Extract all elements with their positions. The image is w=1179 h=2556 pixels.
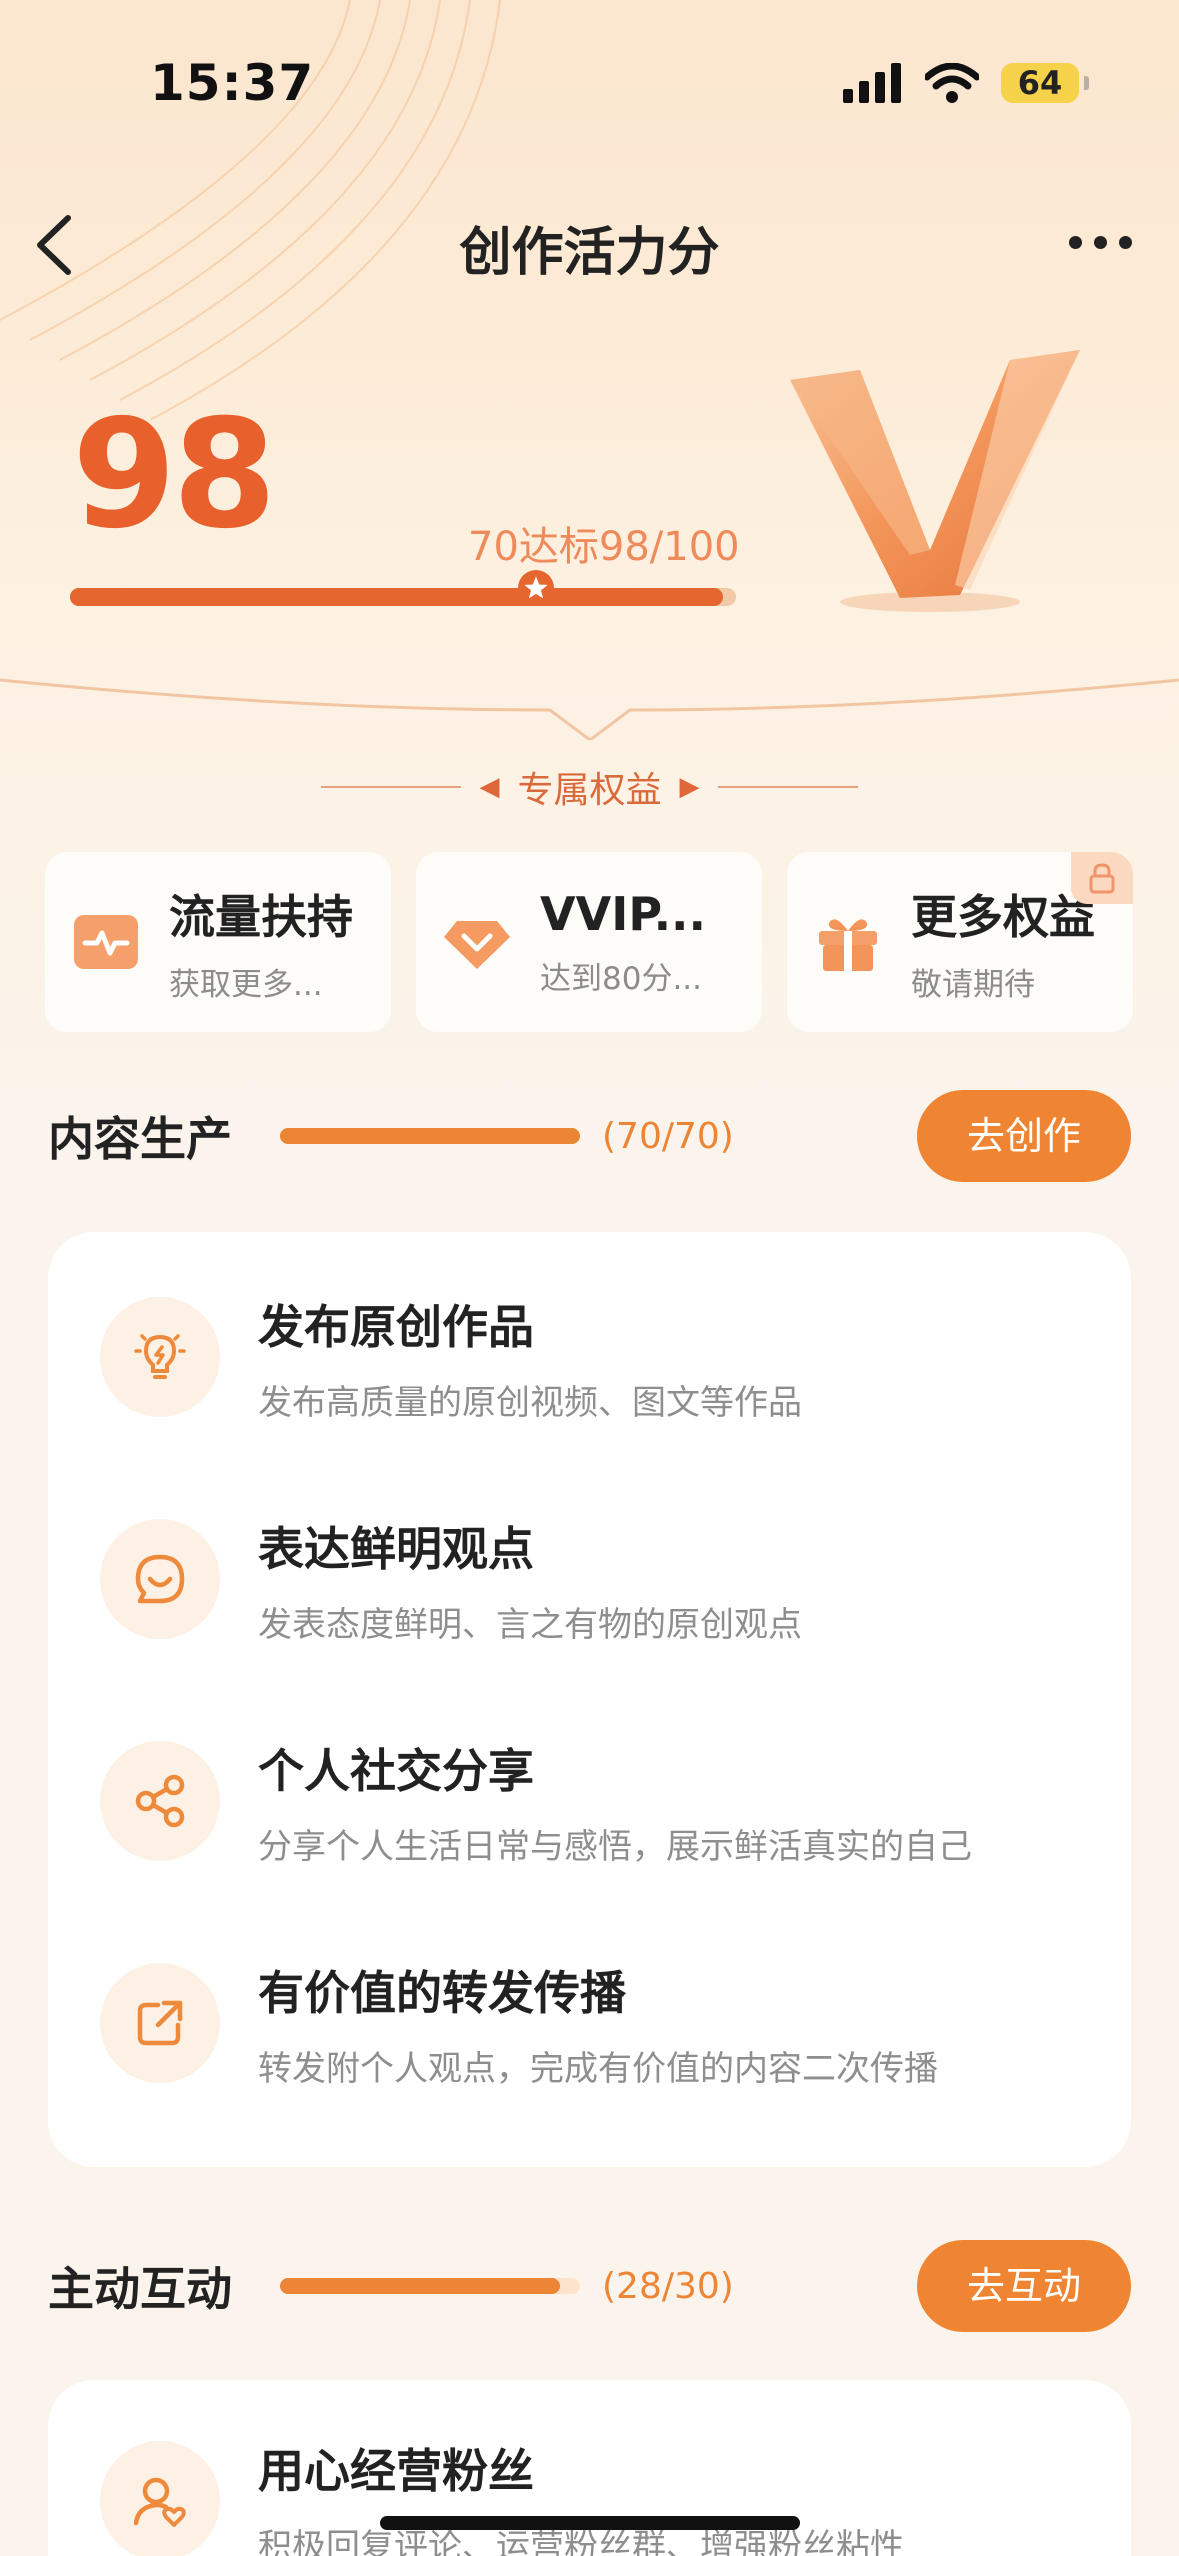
benefit-card-title: VVIP... bbox=[540, 886, 707, 941]
benefit-card-traffic[interactable]: 流量扶持 获取更多... bbox=[45, 852, 391, 1032]
status-time: 15:37 bbox=[150, 54, 315, 112]
chat-bubble-icon bbox=[100, 1519, 220, 1639]
benefit-card-more[interactable]: 更多权益 敬请期待 bbox=[787, 852, 1133, 1032]
interaction-count: (28/30) bbox=[602, 2265, 734, 2307]
item-title: 有价值的转发传播 bbox=[258, 1965, 626, 2020]
left-triangle-icon: ◀ bbox=[479, 772, 500, 802]
content-progress-bar bbox=[280, 1128, 580, 1144]
interaction-progress-bar bbox=[280, 2278, 580, 2294]
threshold-star-icon bbox=[518, 570, 555, 606]
status-icons: 64 bbox=[843, 58, 1089, 108]
item-description: 分享个人生活日常与感悟，展示鲜活真实的自己 bbox=[258, 1826, 972, 1867]
go-create-button[interactable]: 去创作 bbox=[917, 1090, 1131, 1182]
fan-care-icon bbox=[100, 2441, 220, 2556]
lock-icon bbox=[1071, 852, 1133, 904]
benefits-header: ◀ 专属权益 ▶ bbox=[0, 762, 1179, 812]
more-icon[interactable] bbox=[1069, 222, 1139, 262]
list-item[interactable]: 用心经营粉丝 积极回复评论、运营粉丝群、增强粉丝粘性 bbox=[100, 2436, 904, 2556]
right-triangle-icon: ▶ bbox=[679, 772, 700, 802]
go-interact-button[interactable]: 去互动 bbox=[917, 2240, 1131, 2332]
section-header-content: 内容生产 (70/70) 去创作 bbox=[48, 1090, 1131, 1182]
benefit-card-subtitle: 敬请期待 bbox=[911, 966, 1035, 1003]
content-count: (70/70) bbox=[602, 1115, 734, 1157]
benefit-card-subtitle: 获取更多... bbox=[169, 966, 323, 1003]
item-title: 表达鲜明观点 bbox=[258, 1521, 534, 1576]
item-description: 发表态度鲜明、言之有物的原创观点 bbox=[258, 1604, 802, 1645]
signal-icon bbox=[843, 63, 901, 103]
item-title: 发布原创作品 bbox=[258, 1299, 534, 1354]
wifi-icon bbox=[925, 63, 979, 103]
benefit-card-title: 流量扶持 bbox=[169, 889, 353, 944]
traffic-chart-icon bbox=[74, 915, 138, 969]
forward-icon bbox=[100, 1963, 220, 2083]
benefit-card-subtitle: 达到80分... bbox=[540, 960, 703, 997]
benefit-card-title: 更多权益 bbox=[911, 889, 1095, 944]
lightbulb-icon bbox=[100, 1297, 220, 1417]
item-description: 转发附个人观点，完成有价值的内容二次传播 bbox=[258, 2048, 938, 2089]
list-item[interactable]: 有价值的转发传播 转发附个人观点，完成有价值的内容二次传播 bbox=[100, 1958, 938, 2089]
section-title: 内容生产 bbox=[48, 1112, 232, 1166]
content-progress-fill bbox=[280, 1128, 580, 1144]
section-header-interaction: 主动互动 (28/30) 去互动 bbox=[48, 2240, 1131, 2332]
score-progress-bar bbox=[70, 570, 736, 606]
score-progress-fill bbox=[70, 588, 723, 606]
item-title: 用心经营粉丝 bbox=[258, 2443, 534, 2498]
share-icon bbox=[100, 1741, 220, 1861]
list-item[interactable]: 表达鲜明观点 发表态度鲜明、言之有物的原创观点 bbox=[100, 1514, 802, 1645]
score-value: 98 bbox=[72, 388, 277, 562]
benefit-cards: 流量扶持 获取更多... VVIP... 达到80分... 更多权益 敬请期待 bbox=[45, 852, 1133, 1032]
page-title: 创作活力分 bbox=[459, 223, 720, 283]
benefits-header-label: 专属权益 bbox=[517, 770, 662, 811]
list-item[interactable]: 个人社交分享 分享个人生活日常与感悟，展示鲜活真实的自己 bbox=[100, 1736, 972, 1867]
benefit-card-vvip[interactable]: VVIP... 达到80分... bbox=[416, 852, 762, 1032]
score-note: 70达标98/100 bbox=[468, 524, 740, 570]
gift-icon bbox=[819, 919, 877, 971]
interaction-progress-fill bbox=[280, 2278, 560, 2294]
content-task-panel: 发布原创作品 发布高质量的原创视频、图文等作品 表达鲜明观点 发表态度鲜明、言之… bbox=[48, 1232, 1131, 2167]
diamond-icon bbox=[444, 921, 510, 969]
home-indicator bbox=[380, 2516, 800, 2530]
section-title: 主动互动 bbox=[48, 2262, 232, 2316]
battery-indicator: 64 bbox=[1001, 63, 1089, 103]
item-description: 发布高质量的原创视频、图文等作品 bbox=[258, 1382, 802, 1423]
item-title: 个人社交分享 bbox=[258, 1743, 534, 1798]
v-badge-icon bbox=[790, 350, 1080, 612]
list-item[interactable]: 发布原创作品 发布高质量的原创视频、图文等作品 bbox=[100, 1292, 802, 1423]
